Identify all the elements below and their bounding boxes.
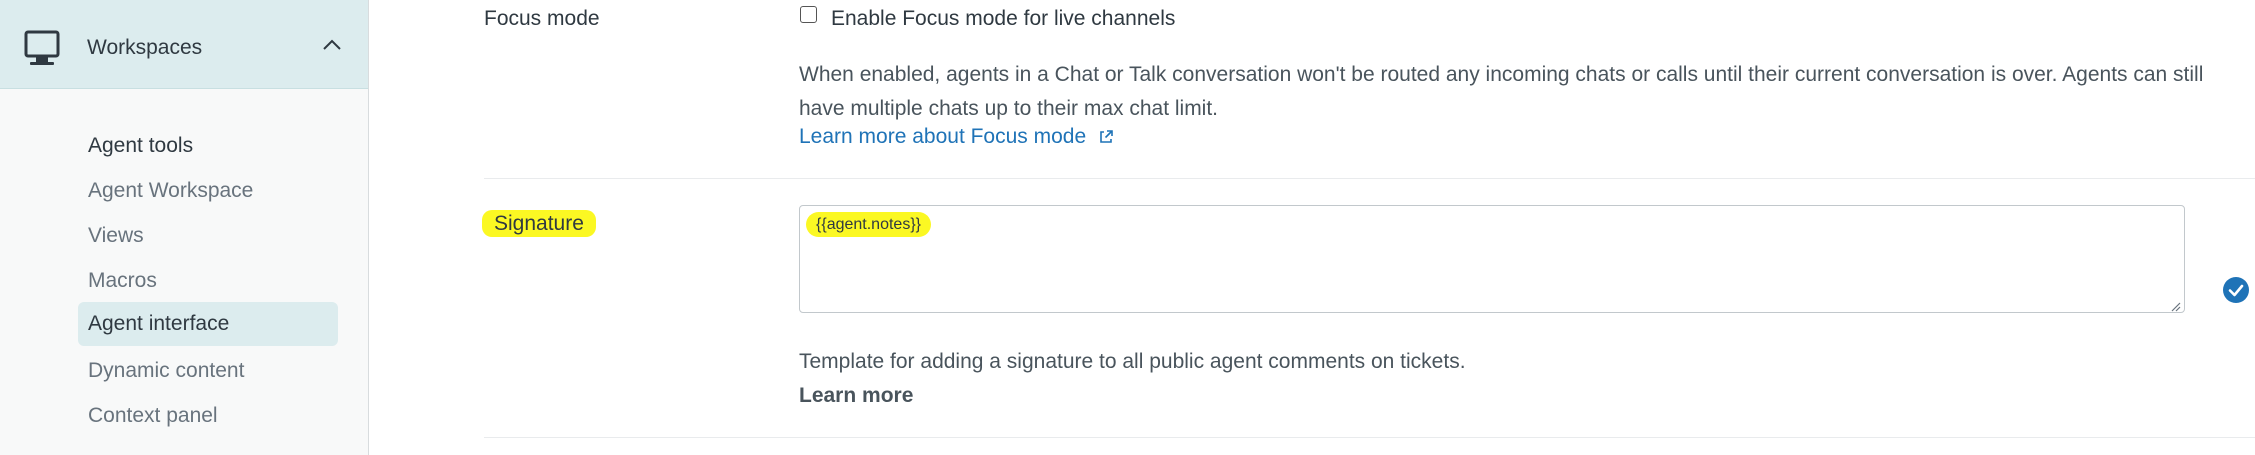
- sidebar-item-views[interactable]: Views: [78, 214, 338, 258]
- signature-label-text: Signature: [482, 210, 596, 237]
- sidebar-item-macros[interactable]: Macros: [78, 259, 338, 303]
- sidebar-item-context-panel[interactable]: Context panel: [78, 394, 338, 438]
- sidebar-item-agent-interface[interactable]: Agent interface: [78, 302, 338, 346]
- signature-hint: Template for adding a signature to all p…: [799, 350, 1466, 373]
- signature-value-text: {{agent.notes}}: [806, 212, 931, 237]
- signature-textarea[interactable]: {{agent.notes}}: [799, 205, 2249, 313]
- focus-mode-learn-more-text: Learn more about Focus mode: [799, 125, 1087, 148]
- check-circle-icon: [2222, 276, 2250, 304]
- focus-mode-label: Focus mode: [484, 7, 600, 30]
- sidebar-item-agent-workspace[interactable]: Agent Workspace: [78, 169, 338, 213]
- workspaces-header[interactable]: Workspaces: [0, 0, 368, 89]
- chevron-up-icon[interactable]: [321, 38, 343, 52]
- signature-label: Signature: [482, 210, 596, 237]
- sidebar-item-dynamic-content[interactable]: Dynamic content: [78, 349, 338, 393]
- resize-grip-icon[interactable]: [2171, 299, 2181, 312]
- signature-textarea-value: {{agent.notes}}: [806, 212, 931, 237]
- section-divider: [484, 178, 2255, 179]
- focus-mode-description: When enabled, agents in a Chat or Talk c…: [799, 63, 2204, 120]
- monitor-icon: [24, 30, 60, 70]
- focus-mode-checkbox[interactable]: [800, 6, 817, 23]
- section-divider-bottom: [484, 437, 2255, 438]
- sidebar: Workspaces Agent tools Agent Workspace V…: [0, 0, 369, 455]
- workspaces-title: Workspaces: [87, 36, 203, 59]
- focus-mode-learn-more-link[interactable]: Learn more about Focus mode: [799, 125, 1114, 149]
- external-link-icon: [1098, 127, 1114, 143]
- signature-learn-more-link[interactable]: Learn more: [799, 384, 913, 408]
- focus-mode-checkbox-label[interactable]: Enable Focus mode for live channels: [831, 7, 1175, 31]
- nav-section-agent-tools: Agent tools: [88, 134, 194, 157]
